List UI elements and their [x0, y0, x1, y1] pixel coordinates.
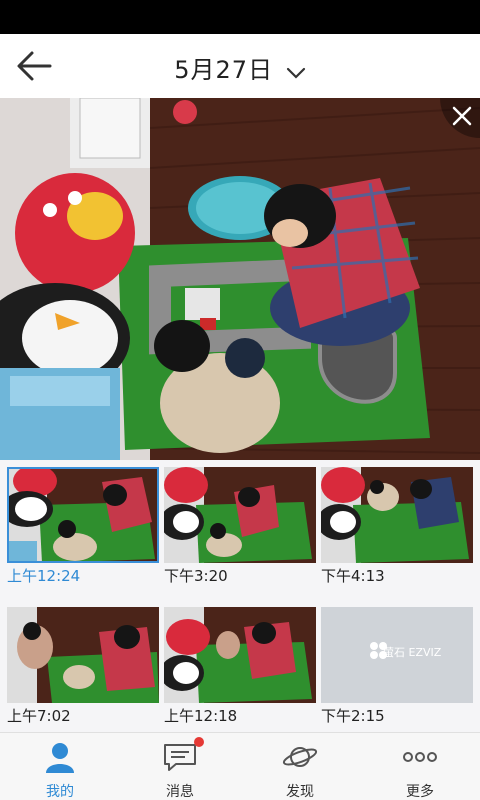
clip-thumbnail[interactable]	[7, 467, 159, 563]
person-icon	[46, 743, 74, 773]
clip-item[interactable]: 上午12:24	[7, 467, 159, 585]
more-icon	[403, 752, 437, 762]
clip-time: 下午4:13	[321, 567, 385, 585]
clip-item[interactable]: 上午7:02	[7, 607, 159, 725]
clip-item[interactable]: 下午3:20	[164, 467, 316, 585]
clip-thumbnail[interactable]	[321, 467, 473, 563]
tab-messages[interactable]: 消息	[120, 733, 240, 800]
unread-badge	[194, 737, 204, 747]
clip-item[interactable]: 萤石 EZVIZ 下午2:15	[321, 607, 473, 725]
chevron-down-icon	[286, 57, 306, 85]
tab-label: 消息	[166, 784, 194, 800]
planet-icon	[282, 747, 318, 767]
room-scene-image	[0, 98, 480, 460]
clip-grid: 上午12:24 下午3:20 下午4:13 上午7:02 上午12:18 萤石 …	[0, 460, 480, 732]
video-preview[interactable]	[0, 98, 480, 460]
thumbnail-image	[7, 607, 159, 703]
thumbnail-image	[7, 467, 159, 563]
tab-mine[interactable]: 我的	[0, 733, 120, 800]
header: 5月27日	[0, 34, 480, 98]
brand-logo-text: 萤石 EZVIZ	[383, 646, 442, 659]
tab-label: 我的	[46, 784, 74, 800]
status-bar	[0, 0, 480, 34]
tab-label: 更多	[406, 784, 434, 800]
clip-time: 下午3:20	[164, 567, 228, 585]
clip-item[interactable]: 下午4:13	[321, 467, 473, 585]
tab-more[interactable]: 更多	[360, 733, 480, 800]
clip-thumbnail[interactable]	[164, 467, 316, 563]
thumbnail-image	[321, 467, 473, 563]
thumbnail-image	[164, 607, 316, 703]
clip-thumbnail[interactable]	[7, 607, 159, 703]
clip-time: 上午12:24	[7, 567, 81, 585]
date-selector[interactable]: 5月27日	[0, 50, 480, 85]
message-icon	[164, 744, 196, 771]
clip-thumbnail[interactable]	[164, 607, 316, 703]
clip-time: 下午2:15	[321, 707, 385, 725]
tab-discover[interactable]: 发现	[240, 733, 360, 800]
thumbnail-image	[164, 467, 316, 563]
clip-time: 上午12:18	[164, 707, 238, 725]
clip-thumbnail-placeholder[interactable]: 萤石 EZVIZ	[321, 607, 473, 703]
bottom-tab-bar: 我的 消息 发现 更多	[0, 732, 480, 800]
clip-item[interactable]: 上午12:18	[164, 607, 316, 725]
close-icon	[452, 106, 472, 126]
tab-label: 发现	[286, 784, 314, 800]
date-title: 5月27日	[174, 56, 274, 84]
clip-time: 上午7:02	[7, 707, 71, 725]
